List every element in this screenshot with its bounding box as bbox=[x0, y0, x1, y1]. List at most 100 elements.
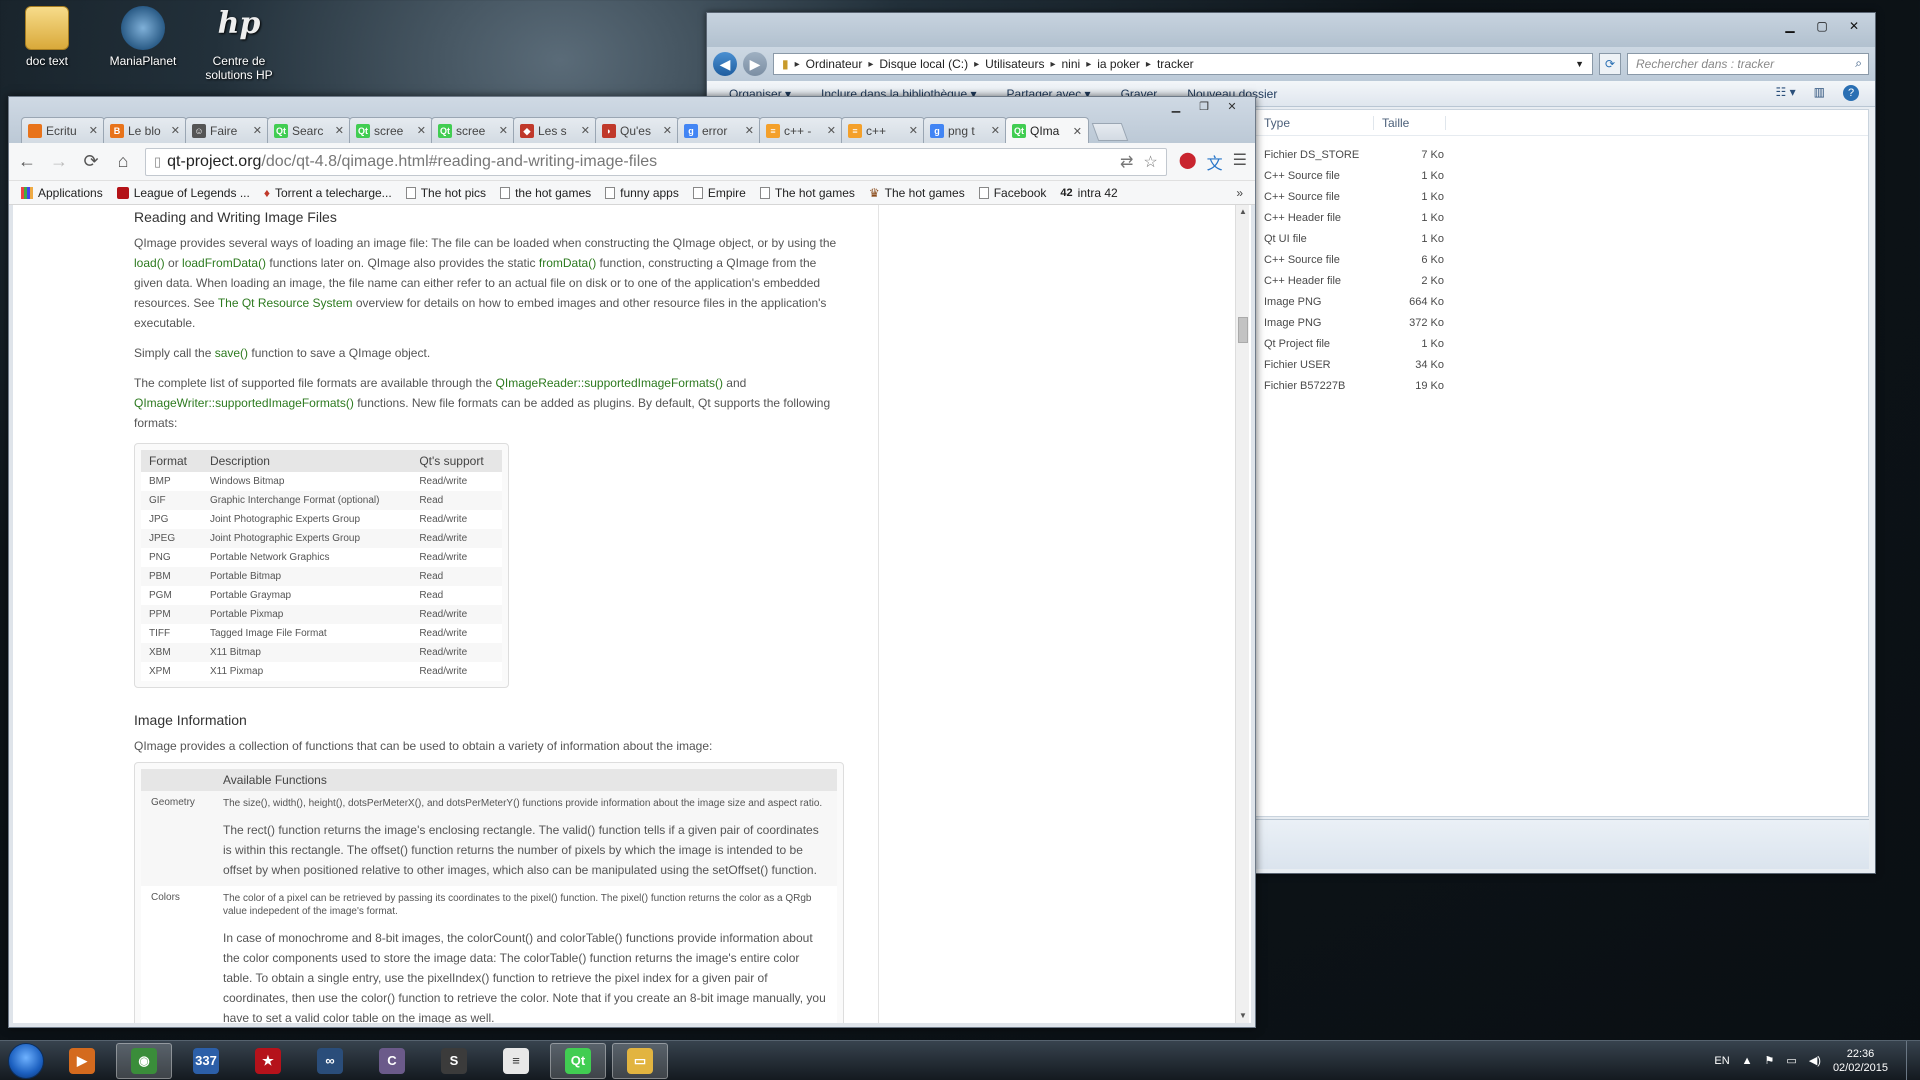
browser-tab[interactable]: ☺ Faire ✕ bbox=[185, 117, 269, 143]
column-header-size[interactable]: Taille bbox=[1374, 115, 1446, 130]
explorer-address-bar[interactable]: ▮ ▸ Ordinateur ▸ Disque local (C:) ▸ Utilis… bbox=[773, 53, 1593, 75]
back-button[interactable]: ◀ bbox=[713, 52, 737, 76]
file-row[interactable]: C++ Source file 6 Ko bbox=[1256, 249, 1868, 270]
bookmark-item[interactable]: ♛ The hot games bbox=[869, 186, 965, 200]
bookmark-item[interactable]: the hot games bbox=[500, 186, 591, 200]
browser-tab[interactable]: Qt QIma ✕ bbox=[1005, 117, 1089, 144]
restore-icon[interactable]: ❐ bbox=[1191, 99, 1217, 115]
breadcrumb-item[interactable]: Ordinateur bbox=[806, 57, 863, 71]
link-loadfromdata[interactable]: loadFromData() bbox=[182, 256, 266, 270]
file-row[interactable]: C++ Header file 2 Ko bbox=[1256, 270, 1868, 291]
breadcrumb-item[interactable]: Utilisateurs bbox=[985, 57, 1044, 71]
desktop-icon-maniaplanet[interactable]: ManiaPlanet bbox=[98, 6, 188, 68]
bookmark-item[interactable]: Empire bbox=[692, 186, 746, 200]
taskbar-item[interactable]: 337 bbox=[178, 1043, 234, 1079]
new-tab-button[interactable] bbox=[1091, 123, 1129, 141]
browser-tab[interactable]: Ecritu ✕ bbox=[21, 117, 105, 143]
browser-tab[interactable]: Qt scree ✕ bbox=[349, 117, 433, 143]
browser-tab[interactable]: ≡ c++ - ✕ bbox=[759, 117, 843, 143]
google-translate-icon[interactable]: 文 bbox=[1207, 150, 1223, 174]
action-center-icon[interactable]: ⚑ bbox=[1765, 1054, 1775, 1067]
reload-button[interactable]: ⟳ bbox=[81, 151, 101, 172]
scroll-down-icon[interactable]: ▼ bbox=[1236, 1009, 1250, 1023]
close-tab-icon[interactable]: ✕ bbox=[417, 124, 426, 137]
link-save[interactable]: save() bbox=[215, 346, 248, 360]
close-tab-icon[interactable]: ✕ bbox=[171, 124, 180, 137]
file-row[interactable]: Qt UI file 1 Ko bbox=[1256, 228, 1868, 249]
breadcrumb-item[interactable]: tracker bbox=[1157, 57, 1194, 71]
forward-button[interactable]: → bbox=[49, 151, 69, 172]
back-button[interactable]: ← bbox=[17, 151, 37, 172]
explorer-titlebar[interactable]: ▁ ▢ ✕ bbox=[707, 13, 1875, 47]
scroll-up-icon[interactable]: ▲ bbox=[1236, 205, 1250, 219]
taskbar-item[interactable]: ◉ bbox=[116, 1042, 172, 1079]
file-row[interactable]: C++ Header file 1 Ko bbox=[1256, 207, 1868, 228]
translate-icon[interactable]: ⇄ bbox=[1120, 152, 1133, 172]
browser-tab[interactable]: ◆ Les s ✕ bbox=[513, 117, 597, 143]
menu-icon[interactable]: ☰ bbox=[1233, 150, 1247, 174]
bookmark-item[interactable]: funny apps bbox=[605, 186, 679, 200]
close-tab-icon[interactable]: ✕ bbox=[1073, 125, 1082, 138]
url-bar[interactable]: ▯ qt-project.org/doc/qt-4.8/qimage.html#… bbox=[145, 147, 1167, 176]
forward-button[interactable]: ▶ bbox=[743, 52, 767, 76]
file-row[interactable]: Fichier DS_STORE 7 Ko bbox=[1256, 144, 1868, 165]
browser-tab[interactable]: Qt scree ✕ bbox=[431, 117, 515, 143]
clock[interactable]: 22:36 02/02/2015 bbox=[1833, 1047, 1888, 1075]
link-reader-formats[interactable]: QImageReader::supportedImageFormats() bbox=[496, 376, 723, 390]
volume-icon[interactable]: ◀) bbox=[1809, 1054, 1821, 1067]
close-tab-icon[interactable]: ✕ bbox=[335, 124, 344, 137]
close-tab-icon[interactable]: ✕ bbox=[581, 124, 590, 137]
browser-tab[interactable]: g png t ✕ bbox=[923, 117, 1007, 143]
taskbar-item[interactable]: ∞ bbox=[302, 1043, 358, 1079]
desktop-icon-doc-text[interactable]: doc text bbox=[2, 6, 92, 68]
browser-tab[interactable]: B Le blo ✕ bbox=[103, 117, 187, 143]
adblock-icon[interactable]: ⬤ bbox=[1179, 150, 1197, 174]
taskbar-item[interactable]: ▭ bbox=[612, 1042, 668, 1079]
bookmark-item[interactable]: The hot pics bbox=[405, 186, 486, 200]
taskbar-item[interactable]: ▶ bbox=[54, 1043, 110, 1079]
close-tab-icon[interactable]: ✕ bbox=[253, 124, 262, 137]
close-icon[interactable]: ✕ bbox=[1839, 17, 1869, 35]
bookmarks-overflow-icon[interactable]: » bbox=[1236, 186, 1243, 200]
taskbar-item[interactable]: ★ bbox=[240, 1043, 296, 1079]
bookmark-item[interactable]: Facebook bbox=[978, 186, 1046, 200]
breadcrumb-item[interactable]: Disque local (C:) bbox=[879, 57, 968, 71]
close-tab-icon[interactable]: ✕ bbox=[745, 124, 754, 137]
browser-tab[interactable]: ◗ Qu'es ✕ bbox=[595, 117, 679, 143]
language-indicator[interactable]: EN bbox=[1714, 1055, 1729, 1067]
browser-tab[interactable]: Qt Searc ✕ bbox=[267, 117, 351, 143]
link-writer-formats[interactable]: QImageWriter::supportedImageFormats() bbox=[134, 396, 354, 410]
refresh-button[interactable]: ⟳ bbox=[1599, 53, 1621, 75]
file-row[interactable]: Image PNG 664 Ko bbox=[1256, 291, 1868, 312]
desktop-icon-hp[interactable]: hp Centre de solutions HP bbox=[194, 6, 284, 82]
close-tab-icon[interactable]: ✕ bbox=[89, 124, 98, 137]
display-icon[interactable]: ▭ bbox=[1786, 1054, 1796, 1067]
start-button[interactable] bbox=[8, 1042, 44, 1079]
preview-pane-icon[interactable]: ▥ bbox=[1814, 85, 1825, 101]
bookmark-item[interactable]: 42 intra 42 bbox=[1060, 186, 1117, 200]
link-load[interactable]: load() bbox=[134, 256, 165, 270]
bookmark-item[interactable]: ♦ Torrent a telecharge... bbox=[264, 186, 392, 200]
home-button[interactable]: ⌂ bbox=[113, 151, 133, 172]
close-icon[interactable]: ✕ bbox=[1219, 99, 1245, 115]
taskbar-item[interactable]: S bbox=[426, 1043, 482, 1079]
view-options-icon[interactable]: ☷ ▾ bbox=[1776, 85, 1796, 101]
help-icon[interactable]: ? bbox=[1843, 85, 1859, 101]
bookmark-item[interactable]: League of Legends ... bbox=[116, 186, 250, 200]
minimize-icon[interactable]: ▁ bbox=[1163, 99, 1189, 115]
taskbar-item[interactable]: C bbox=[364, 1043, 420, 1079]
breadcrumb-item[interactable]: ia poker bbox=[1097, 57, 1140, 71]
file-row[interactable]: C++ Source file 1 Ko bbox=[1256, 165, 1868, 186]
file-row[interactable]: Image PNG 372 Ko bbox=[1256, 312, 1868, 333]
breadcrumb-item[interactable]: nini bbox=[1062, 57, 1081, 71]
explorer-search-input[interactable]: Rechercher dans : tracker ⌕ bbox=[1627, 53, 1869, 75]
close-tab-icon[interactable]: ✕ bbox=[499, 124, 508, 137]
bookmark-item[interactable]: Applications bbox=[21, 186, 103, 200]
file-row[interactable]: C++ Source file 1 Ko bbox=[1256, 186, 1868, 207]
bookmark-item[interactable]: The hot games bbox=[759, 186, 855, 200]
close-tab-icon[interactable]: ✕ bbox=[909, 124, 918, 137]
taskbar-item[interactable]: Qt bbox=[550, 1042, 606, 1079]
minimize-icon[interactable]: ▁ bbox=[1775, 17, 1805, 35]
column-header-type[interactable]: Type bbox=[1256, 115, 1374, 130]
link-qt-resource-system[interactable]: The Qt Resource System bbox=[218, 296, 353, 310]
